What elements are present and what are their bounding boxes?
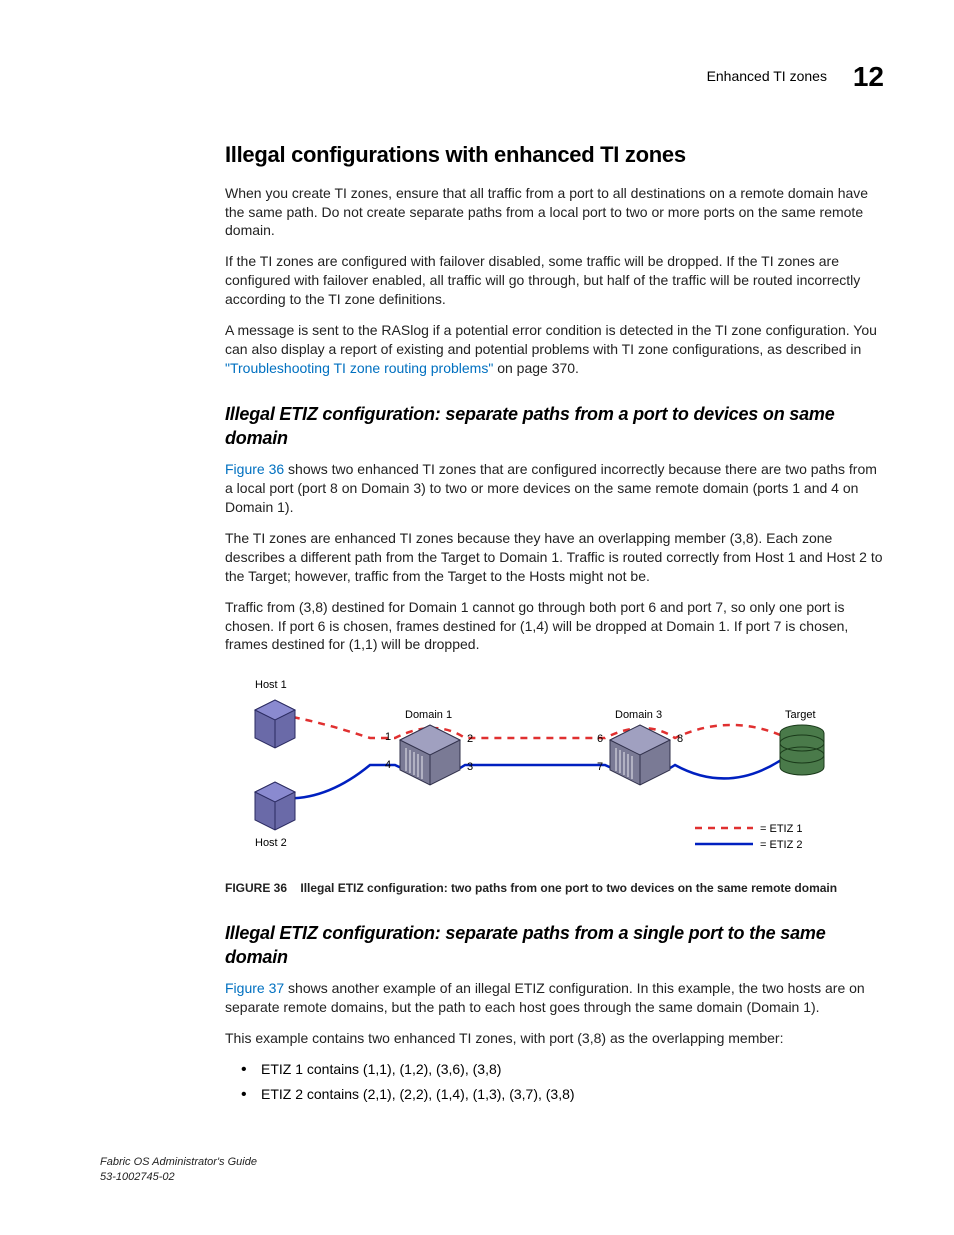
paragraph: If the TI zones are configured with fail… [225, 252, 884, 309]
bullet-list: ETIZ 1 contains (1,1), (1,2), (3,6), (3,… [237, 1060, 884, 1104]
label-host2: Host 2 [255, 837, 287, 849]
footer-title: Fabric OS Administrator's Guide [100, 1155, 257, 1170]
chapter-number: 12 [853, 58, 884, 96]
text: on page 370. [493, 360, 579, 376]
heading-2: Illegal ETIZ configuration: separate pat… [225, 921, 884, 970]
header-section-title: Enhanced TI zones [707, 67, 827, 86]
link-figure36[interactable]: Figure 36 [225, 461, 284, 477]
page-header: Enhanced TI zones 12 [707, 58, 884, 96]
port-label: 6 [597, 733, 603, 745]
paragraph: Figure 36 shows two enhanced TI zones th… [225, 460, 884, 517]
list-item: ETIZ 1 contains (1,1), (1,2), (3,6), (3,… [237, 1060, 884, 1079]
paragraph: Figure 37 shows another example of an il… [225, 979, 884, 1017]
label-host1: Host 1 [255, 679, 287, 691]
figure-36-diagram: Host 1 Host 2 Domain 1 [225, 670, 865, 870]
port-label: 1 [385, 731, 391, 743]
paragraph: When you create TI zones, ensure that al… [225, 184, 884, 241]
heading-2: Illegal ETIZ configuration: separate pat… [225, 402, 884, 451]
list-item: ETIZ 2 contains (2,1), (2,2), (1,4), (1,… [237, 1085, 884, 1104]
label-target: Target [785, 709, 816, 721]
paragraph: The TI zones are enhanced TI zones becau… [225, 529, 884, 586]
legend-etiz2: = ETIZ 2 [760, 839, 803, 851]
legend-etiz1: = ETIZ 1 [760, 823, 803, 835]
port-label: 4 [385, 759, 391, 771]
label-domain3: Domain 3 [615, 709, 662, 721]
link-figure37[interactable]: Figure 37 [225, 980, 284, 996]
page-footer: Fabric OS Administrator's Guide 53-10027… [100, 1155, 257, 1185]
text: shows another example of an illegal ETIZ… [225, 980, 865, 1015]
figure-label: FIGURE 36 [225, 881, 287, 895]
port-label: 2 [467, 733, 473, 745]
text: shows two enhanced TI zones that are con… [225, 461, 877, 515]
heading-1: Illegal configurations with enhanced TI … [225, 140, 884, 170]
port-label: 8 [677, 733, 683, 745]
port-label: 7 [597, 761, 603, 773]
paragraph: A message is sent to the RASlog if a pot… [225, 321, 884, 378]
paragraph: Traffic from (3,8) destined for Domain 1… [225, 598, 884, 655]
text: A message is sent to the RASlog if a pot… [225, 322, 877, 357]
figure-caption-text: Illegal ETIZ configuration: two paths fr… [300, 881, 837, 895]
footer-docnum: 53-1002745-02 [100, 1170, 257, 1185]
page-content: Illegal configurations with enhanced TI … [225, 140, 884, 1104]
figure-36-caption: FIGURE 36 Illegal ETIZ configuration: tw… [225, 880, 884, 896]
label-domain1: Domain 1 [405, 709, 452, 721]
paragraph: This example contains two enhanced TI zo… [225, 1029, 884, 1048]
port-label: 3 [467, 761, 473, 773]
link-troubleshooting[interactable]: "Troubleshooting TI zone routing problem… [225, 360, 493, 376]
